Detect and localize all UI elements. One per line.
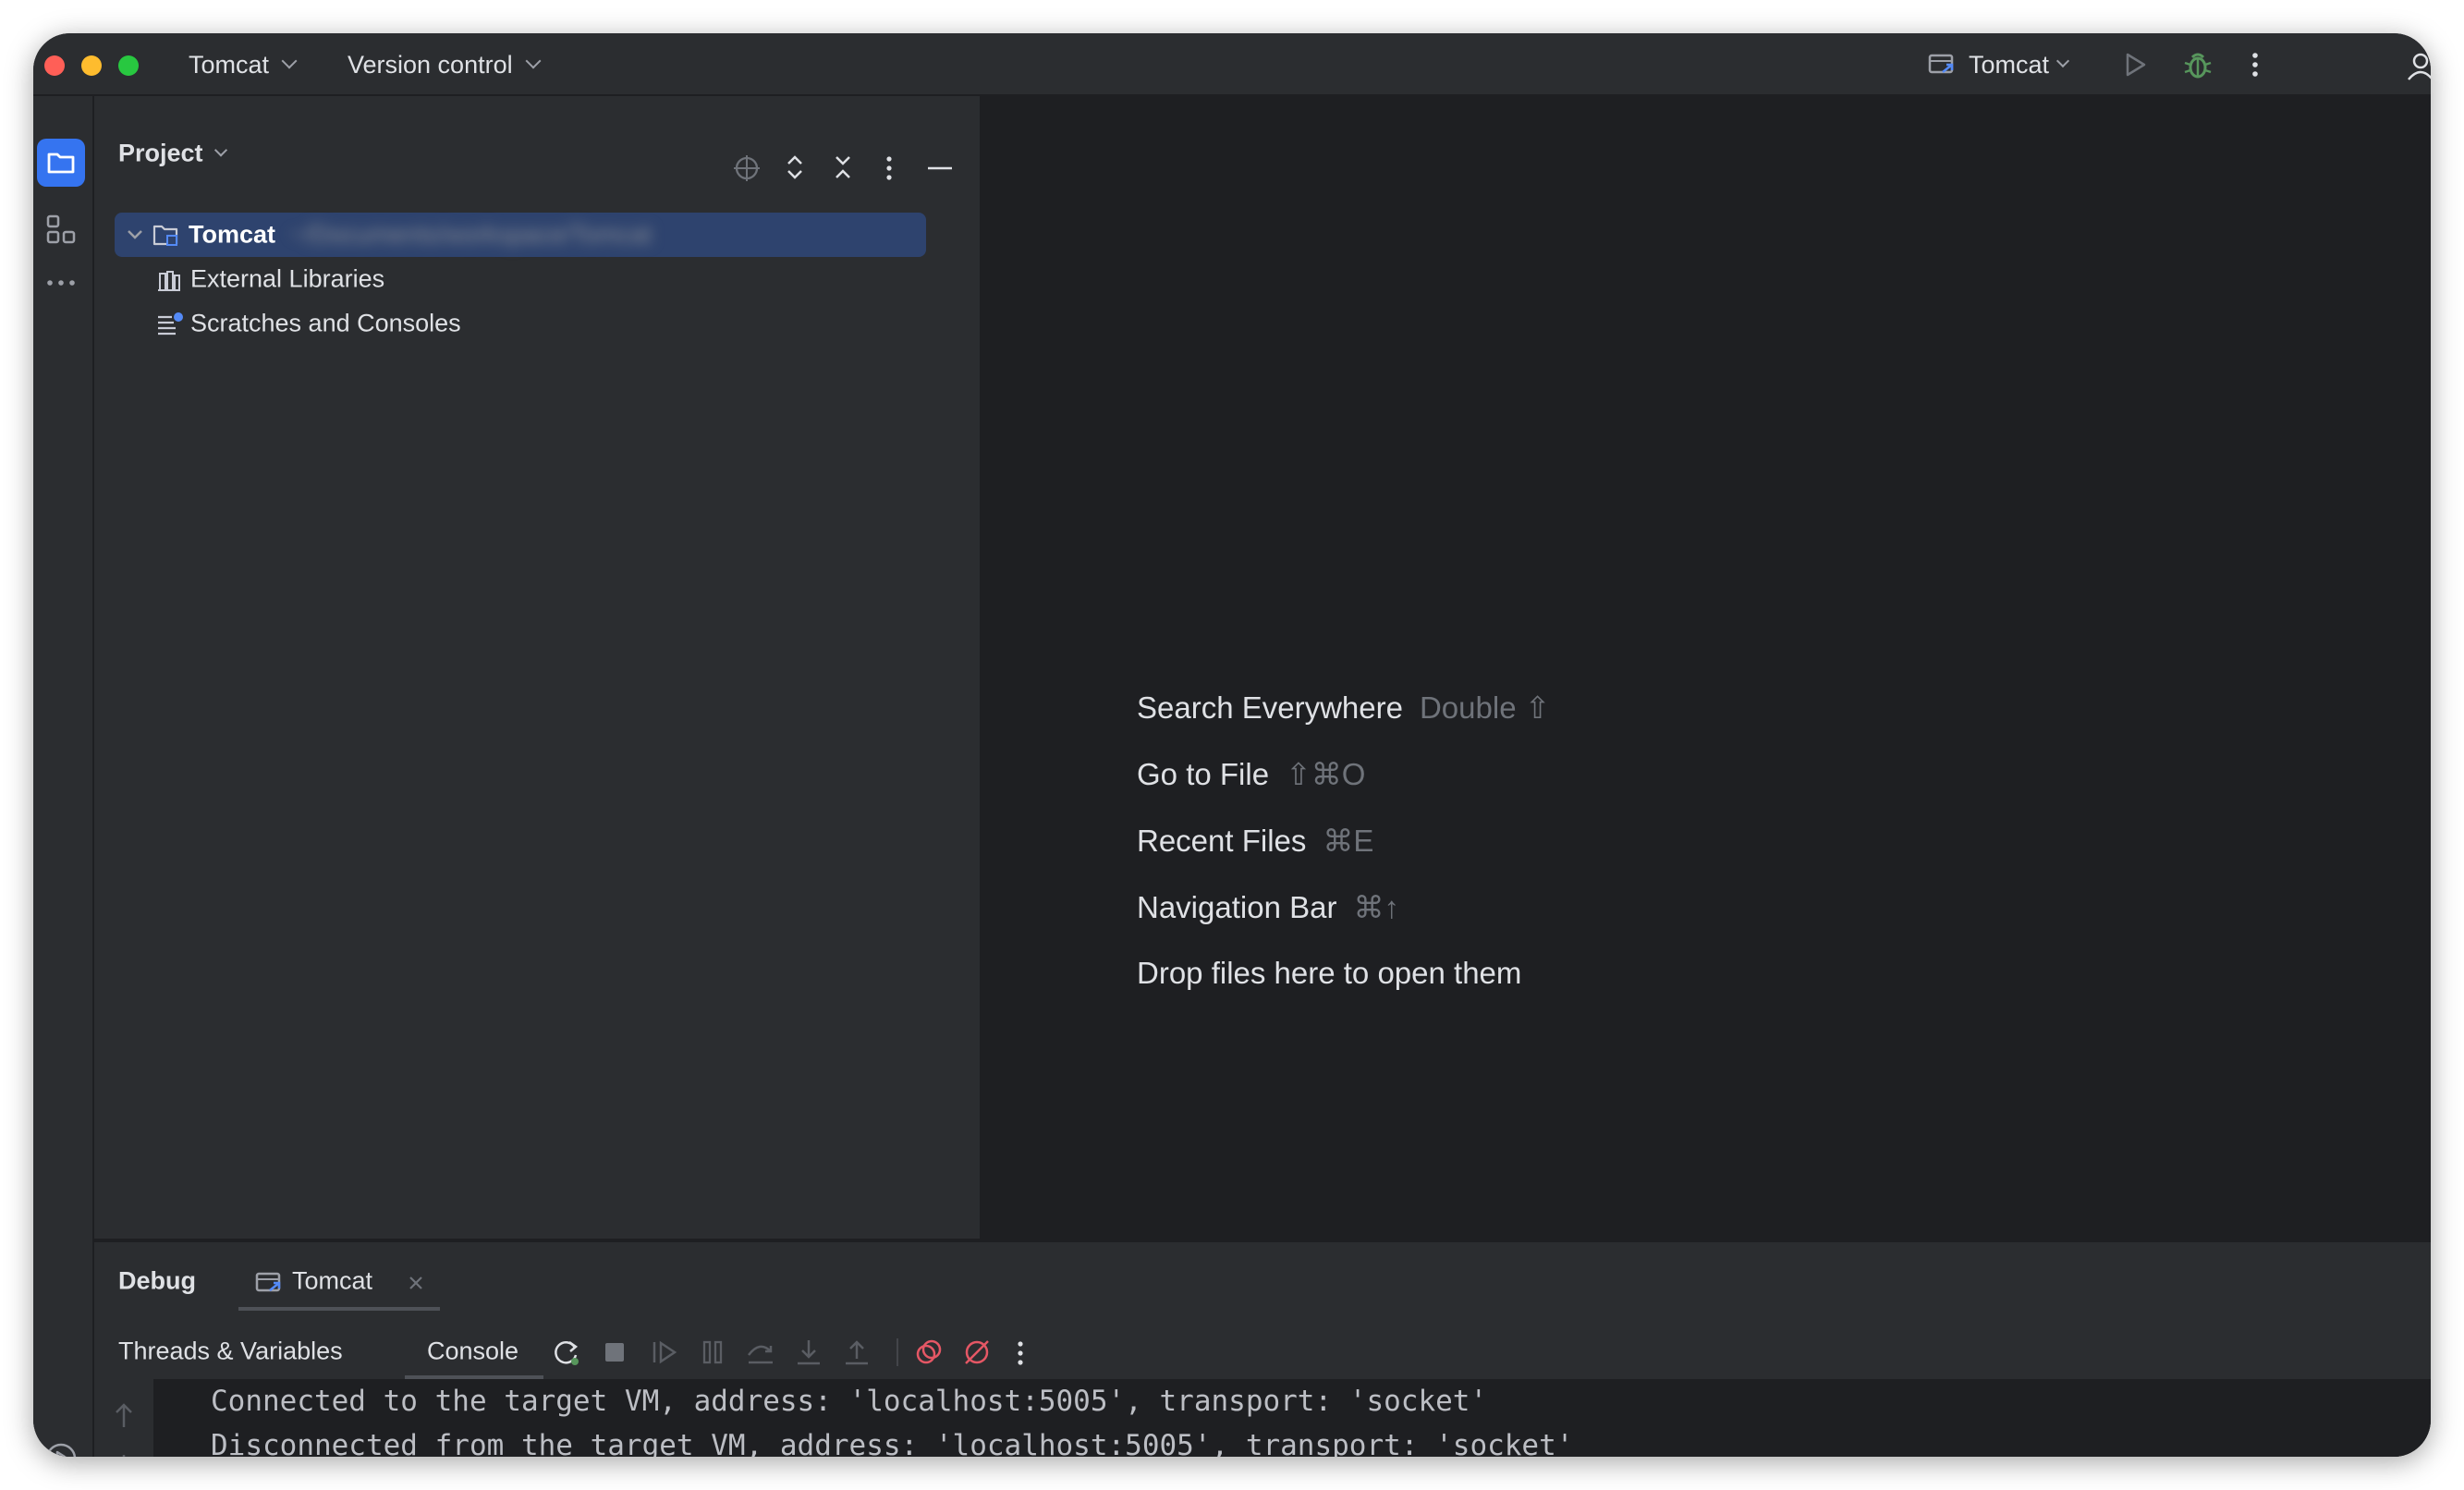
hint-action: Recent Files: [1137, 824, 1307, 858]
tab-console[interactable]: Console: [427, 1337, 518, 1366]
project-switcher[interactable]: Tomcat: [189, 33, 298, 96]
hide-panel-icon[interactable]: [926, 153, 954, 183]
debug-bug-icon[interactable]: [2181, 48, 2214, 81]
more-vertical-icon[interactable]: [2246, 50, 2264, 79]
scratches-icon: [158, 312, 183, 336]
project-panel: Project Tomcat ~/Documents/workspace/Tom…: [94, 96, 982, 1239]
tree-item-label: External Libraries: [190, 264, 385, 293]
step-into-icon[interactable]: [793, 1337, 824, 1368]
account-icon[interactable]: [2405, 50, 2431, 81]
hint-shortcut: Double ⇧: [1419, 690, 1551, 725]
rerun-icon[interactable]: [551, 1337, 582, 1368]
ide-window: Tomcat Version control Tomcat Project To…: [33, 33, 2431, 1457]
chevron-down-icon: [281, 53, 298, 69]
vcs-label: Version control: [348, 50, 513, 79]
hint-recent-files: Recent Files ⌘E: [1137, 823, 1373, 859]
hint-action: Go to File: [1137, 757, 1270, 791]
pause-icon[interactable]: [697, 1337, 728, 1368]
library-icon: [158, 271, 180, 291]
run-config-name: Tomcat: [1969, 50, 2050, 79]
view-breakpoints-icon[interactable]: [913, 1337, 945, 1368]
vcs-menu[interactable]: Version control: [348, 33, 542, 96]
tree-root-path: ~/Documents/workspace/Tomcat: [290, 220, 652, 249]
resume-icon[interactable]: [649, 1337, 680, 1368]
run-icon[interactable]: [2120, 50, 2150, 79]
tool-window-stripe: [33, 96, 94, 1457]
project-view-selector[interactable]: Project: [118, 139, 227, 168]
chevron-down-icon: [213, 142, 227, 157]
more-horizontal-icon[interactable]: [41, 274, 81, 292]
hint-drop-files: Drop files here to open them: [1137, 956, 1521, 991]
debug-tool-window: Debug Tomcat Threads & Variables Console: [94, 1240, 2431, 1457]
project-name: Tomcat: [189, 50, 270, 79]
console-line: Connected to the target VM, address: 'lo…: [211, 1385, 1488, 1418]
collapse-all-icon[interactable]: [830, 152, 856, 183]
toolbar-divider: [897, 1338, 898, 1366]
tree-root-label: Tomcat: [189, 220, 276, 249]
chevron-down-icon: [2055, 54, 2070, 68]
module-folder-icon: [152, 225, 178, 246]
tab-threads-variables[interactable]: Threads & Variables: [118, 1337, 343, 1366]
hint-action: Drop files here to open them: [1137, 956, 1522, 990]
debug-session-tab[interactable]: Tomcat: [238, 1255, 440, 1311]
services-icon[interactable]: [41, 1438, 81, 1457]
tab-underline: [238, 1307, 440, 1311]
chevron-down-icon: [525, 53, 542, 69]
step-out-icon[interactable]: [841, 1337, 872, 1368]
tree-row-scratches[interactable]: Scratches and Consoles: [115, 301, 926, 346]
tomcat-config-icon: [255, 1272, 281, 1292]
title-bar: Tomcat Version control Tomcat: [33, 33, 2431, 96]
more-vertical-icon[interactable]: [882, 153, 897, 183]
hint-shortcut: ⇧⌘O: [1286, 757, 1366, 791]
tree-item-label: Scratches and Consoles: [190, 309, 461, 337]
console-output[interactable]: Connected to the target VM, address: 'lo…: [94, 1379, 2431, 1457]
folder-icon: [47, 153, 75, 174]
debug-title: Debug: [118, 1266, 196, 1295]
expand-all-icon[interactable]: [782, 152, 808, 183]
console-gutter: [94, 1379, 153, 1457]
project-panel-title: Project: [118, 139, 203, 167]
more-vertical-icon[interactable]: [1013, 1338, 1028, 1368]
scroll-down-icon[interactable]: [111, 1451, 137, 1457]
hint-go-to-file: Go to File ⇧⌘O: [1137, 756, 1365, 792]
mute-breakpoints-icon[interactable]: [961, 1337, 993, 1368]
tree-row-external-libraries[interactable]: External Libraries: [115, 257, 926, 301]
tomcat-config-icon: [1928, 54, 1954, 74]
run-config-selector[interactable]: Tomcat: [1928, 33, 2070, 96]
hint-shortcut: ⌘E: [1323, 824, 1374, 858]
structure-icon[interactable]: [41, 209, 81, 250]
scroll-up-icon[interactable]: [111, 1401, 137, 1431]
hint-action: Navigation Bar: [1137, 890, 1337, 924]
minimize-window-button[interactable]: [81, 55, 102, 76]
close-window-button[interactable]: [44, 55, 65, 76]
close-icon[interactable]: [407, 1274, 425, 1292]
tree-row-root[interactable]: Tomcat ~/Documents/workspace/Tomcat: [115, 213, 926, 257]
stop-icon[interactable]: [601, 1338, 628, 1366]
hint-shortcut: ⌘↑: [1353, 890, 1399, 924]
zoom-window-button[interactable]: [118, 55, 139, 76]
debug-session-label: Tomcat: [292, 1266, 373, 1295]
editor-area: Search Everywhere Double ⇧ Go to File ⇧⌘O …: [983, 96, 2431, 1239]
hint-action: Search Everywhere: [1137, 690, 1403, 725]
step-over-icon[interactable]: [745, 1337, 776, 1368]
hint-navigation-bar: Navigation Bar ⌘↑: [1137, 889, 1399, 925]
project-tool-button[interactable]: [37, 139, 85, 187]
locate-icon[interactable]: [732, 153, 762, 183]
console-line: Disconnected from the target VM, address…: [211, 1429, 1574, 1457]
hint-search-everywhere: Search Everywhere Double ⇧: [1137, 690, 1550, 726]
chevron-down-icon[interactable]: [124, 224, 146, 246]
